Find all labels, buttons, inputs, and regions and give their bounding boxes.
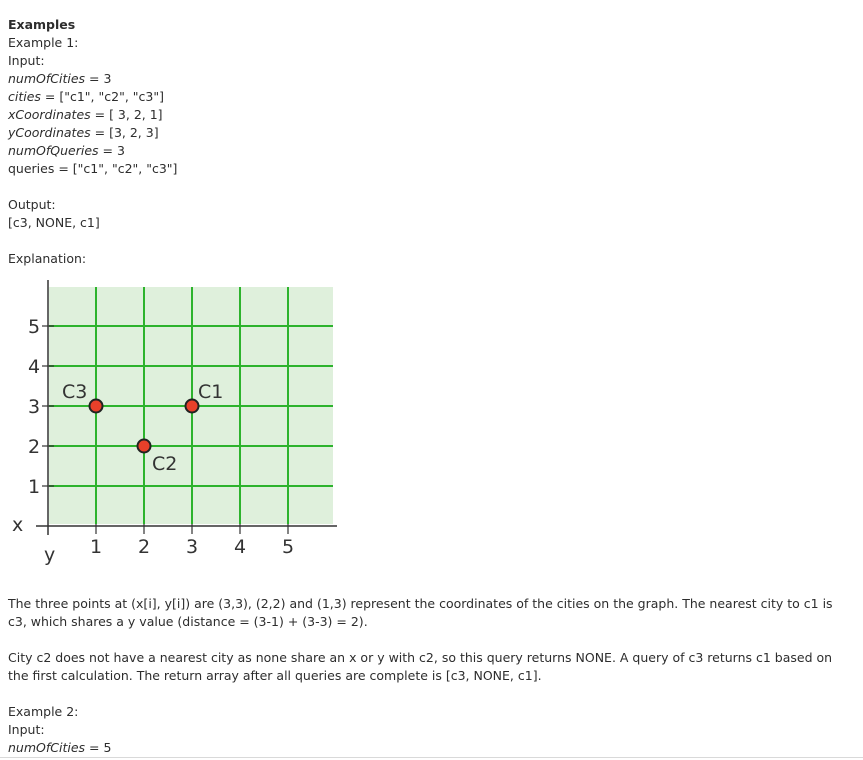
input-value: = 3: [85, 71, 112, 86]
input-name: queries: [8, 161, 55, 176]
input-name: numOfCities: [8, 740, 86, 755]
x-tick-label: 5: [282, 536, 294, 558]
x-tick-label: 1: [90, 536, 102, 558]
city-label: C2: [152, 453, 177, 475]
input-name: yCoordinates: [8, 125, 91, 140]
y-tick-label: 2: [28, 436, 40, 458]
example2-input-label: Input:: [8, 722, 45, 737]
output-label: Output:: [8, 197, 56, 212]
examples-heading: Examples: [8, 17, 76, 32]
input-x-coordinates: xCoordinates = [ 3, 2, 1]: [8, 106, 163, 124]
input-name: cities: [8, 89, 41, 104]
input-num-of-cities: numOfCities = 3: [8, 70, 111, 88]
divider: [0, 757, 863, 758]
city-point: [136, 438, 152, 454]
input-name: numOfCities: [8, 71, 86, 86]
x-axis-symbol: x: [12, 514, 23, 536]
input-y-coordinates: yCoordinates = [3, 2, 3]: [8, 124, 159, 142]
input-value: = ["c1", "c2", "c3"]: [54, 161, 178, 176]
city-label: C1: [198, 381, 223, 403]
explanation-paragraph-1: The three points at (x[i], y[i]) are (3,…: [8, 596, 833, 629]
x-tick-label: 2: [138, 536, 150, 558]
example2-input-num-of-cities: numOfCities = 5: [8, 739, 111, 757]
city-point: [88, 398, 104, 414]
y-tick-label: 5: [28, 316, 40, 338]
example1-label: Example 1:: [8, 35, 79, 50]
example2-label: Example 2:: [8, 704, 79, 719]
y-tick-label: 4: [28, 356, 40, 378]
input-name: xCoordinates: [8, 107, 91, 122]
y-tick-label: 3: [28, 396, 40, 418]
input-num-of-queries: numOfQueries = 3: [8, 142, 125, 160]
city-coordinate-graph: 1 2 3 4 5 1 2 3 4 5 x y C1 C2 C3: [12, 280, 337, 566]
input-name: numOfQueries: [8, 143, 99, 158]
explanation-paragraph-2: City c2 does not have a nearest city as …: [8, 650, 833, 683]
example1-input-label: Input:: [8, 53, 45, 68]
city-point: [184, 398, 200, 414]
x-tick-label: 3: [186, 536, 198, 558]
city-label: C3: [62, 381, 87, 403]
input-value: = [3, 2, 3]: [90, 125, 159, 140]
y-tick-label: 1: [28, 476, 40, 498]
input-value: = 3: [98, 143, 125, 158]
explanation-label: Explanation:: [8, 251, 87, 266]
y-axis-symbol: y: [44, 544, 55, 566]
input-cities: cities = ["c1", "c2", "c3"]: [8, 88, 164, 106]
input-queries: queries = ["c1", "c2", "c3"]: [8, 160, 177, 178]
x-tick-label: 4: [234, 536, 246, 558]
input-value: = ["c1", "c2", "c3"]: [40, 89, 164, 104]
input-value: = [ 3, 2, 1]: [90, 107, 163, 122]
input-value: = 5: [85, 740, 112, 755]
output-value: [c3, NONE, c1]: [8, 215, 100, 230]
